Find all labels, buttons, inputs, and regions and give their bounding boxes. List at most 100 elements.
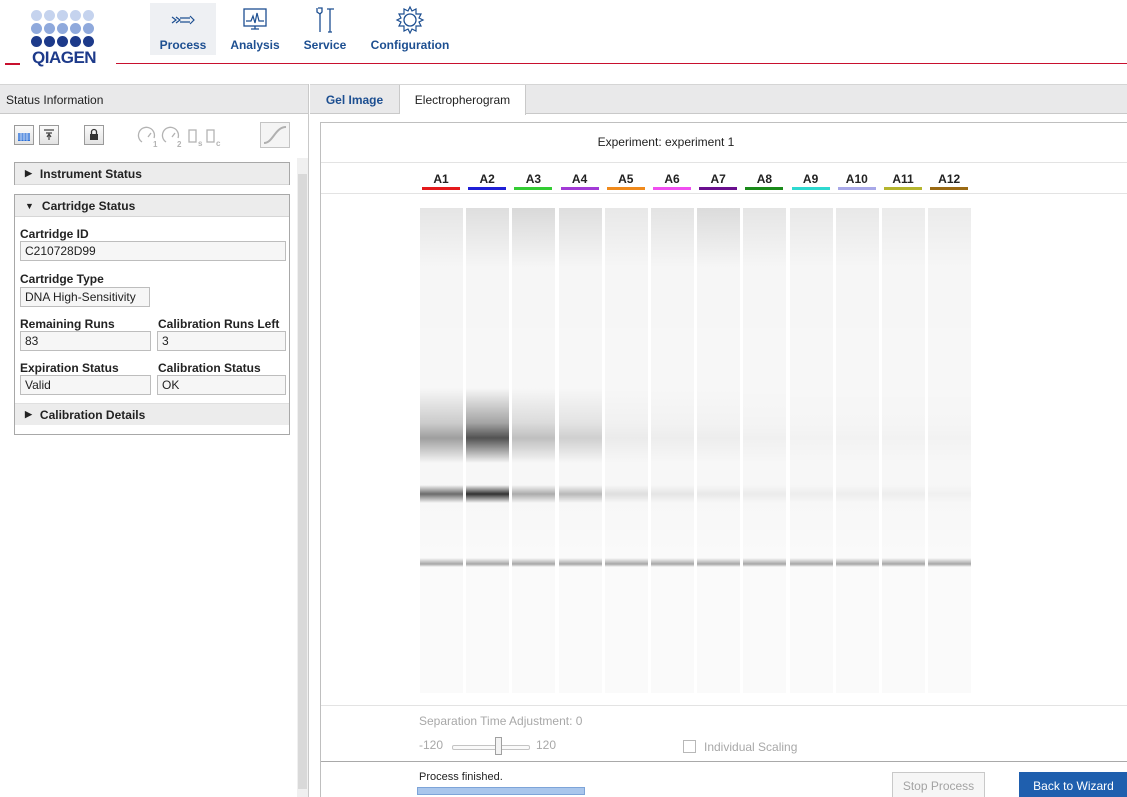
nav-process-label: Process [159,38,207,52]
gel-lane [466,208,510,693]
cartridge-status-section: ▼ Cartridge Status Cartridge ID C210728D… [14,194,290,435]
status-panel-title: Status Information [0,84,308,114]
cartridge-status-header[interactable]: ▼ Cartridge Status [15,195,289,217]
divider [321,193,1127,194]
lane-label: A9 [802,172,819,186]
lane-color-bar [791,187,830,190]
tab-electropherogram[interactable]: Electropherogram [400,85,526,115]
individual-scaling-label: Individual Scaling [704,740,798,754]
individual-scaling-checkbox[interactable] [683,740,696,753]
lane-label: A11 [892,172,914,186]
calibration-details-label: Calibration Details [39,407,146,422]
nav-service-label: Service [303,38,347,52]
svg-text:1: 1 [153,140,158,148]
lane-color-bar [653,187,691,190]
expiration-status-field: Valid [20,375,151,395]
lane-label: A12 [938,172,961,186]
lane-label: A8 [756,172,773,186]
gel-lane [789,208,833,693]
svg-text:s: s [198,139,203,148]
gel-lane [928,208,972,693]
lane-label: A4 [571,172,588,186]
gel-lane [882,208,925,693]
grid-view-button[interactable] [14,125,34,145]
grid-icon [18,132,30,141]
gel-lane [835,208,879,693]
instrument-status-label: Instrument Status [39,166,142,181]
gel-controls: Separation Time Adjustment: 0 -120 120 I… [321,705,1127,761]
stop-process-button[interactable]: Stop Process [892,772,985,797]
gel-lane [743,208,787,693]
cartridge-id-field: C210728D99 [20,241,286,261]
logo-dots-row-2 [31,23,94,34]
lane-color-bar [422,187,460,190]
cartridge-type-label: Cartridge Type [20,272,104,286]
curve-icon [263,126,287,144]
logo-dots-row-3 [31,36,94,47]
calibration-runs-left-field: 3 [157,331,286,351]
expand-right-icon: ▶ [25,409,32,419]
nav-service[interactable]: Service [304,3,346,55]
cartridge-id-label: Cartridge ID [20,227,89,241]
logo-text: QIAGEN [32,48,97,67]
instrument-status-section: ▶ Instrument Status [14,162,290,185]
expand-right-icon: ▶ [25,168,32,178]
lane-label: A7 [710,172,726,186]
gel-lane [512,208,556,693]
lane-color-bar [468,187,507,190]
lane-color-bar [560,187,599,190]
nav-process[interactable]: Process [150,3,216,55]
gel-lane [558,208,602,693]
back-to-wizard-button[interactable]: Back to Wizard [1019,772,1127,797]
nav-analysis-label: Analysis [230,38,280,52]
lane-label: A2 [479,172,495,186]
calibration-status-icons: 1 2 s c [137,126,221,148]
experiment-title: Experiment: experiment 1 [597,135,735,149]
svg-text:2: 2 [177,140,182,148]
remaining-runs-field: 83 [20,331,151,351]
lane-color-bar [606,187,645,190]
analysis-icon [242,5,268,35]
service-tools-icon [314,5,336,35]
status-scrollbar[interactable] [297,158,308,797]
separation-time-label: Separation Time Adjustment: 0 [419,714,583,728]
nav-configuration[interactable]: Configuration [366,3,454,55]
expand-down-icon: ▼ [25,200,34,211]
tab-gel-image[interactable]: Gel Image [310,85,400,114]
process-status-bar: Process finished. Stop Process Back to W… [321,761,1127,797]
lane-color-bar [514,187,553,190]
align-top-icon [44,129,54,140]
separation-time-slider[interactable] [452,745,530,750]
calibration-runs-left-label: Calibration Runs Left [158,317,280,331]
cartridge-type-field: DNA High-Sensitivity [20,287,150,307]
lane-label: A5 [618,172,634,186]
align-top-button[interactable] [39,125,59,145]
header-divider-right [116,63,1127,64]
curve-button[interactable] [260,122,290,148]
lock-button[interactable] [84,125,104,145]
calibration-status-field: OK [157,375,286,395]
process-status-text: Process finished. [419,771,503,783]
cartridge-status-label: Cartridge Status [41,198,136,213]
slider-min-label: -120 [419,738,444,752]
gel-lane [604,208,648,693]
lane-label: A10 [845,172,868,186]
remaining-runs-label: Remaining Runs [20,317,115,331]
instrument-status-header[interactable]: ▶ Instrument Status [15,163,289,185]
gel-image-view: Experiment: experiment 1 A1 A2 A3 A4 A5 A6 A7 A… [320,122,1127,797]
app-header: QIAGEN Process Analysis Service Configur… [0,0,1127,84]
logo-dots-row-1 [31,10,94,21]
svg-text:c: c [216,139,221,148]
separation-time-slider-thumb[interactable] [495,737,502,755]
status-scrollbar-thumb[interactable] [298,174,307,789]
calibration-details-header[interactable]: ▶ Calibration Details [15,403,289,425]
gel-lane [697,208,741,693]
process-icon [170,5,196,35]
gear-icon [395,5,425,35]
lock-icon [90,128,98,140]
lane-color-bar [699,187,738,190]
lane-color-bar [884,187,922,190]
nav-analysis[interactable]: Analysis [226,3,284,55]
process-progress-bar [417,787,585,795]
nav-configuration-label: Configuration [370,38,450,52]
